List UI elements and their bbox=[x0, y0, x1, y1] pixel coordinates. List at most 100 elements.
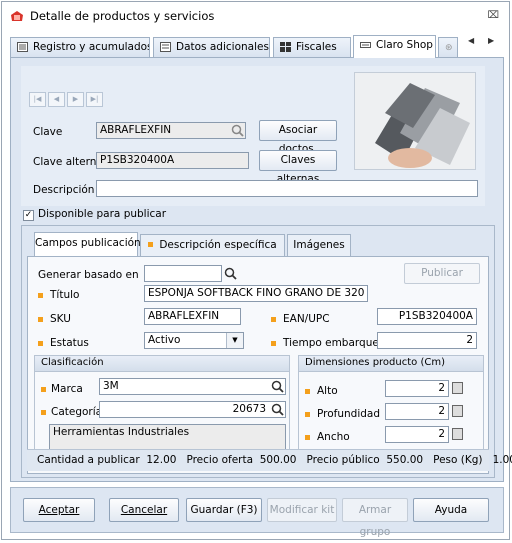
generar-input[interactable] bbox=[144, 265, 222, 282]
cantidad-value: 12.00 bbox=[146, 454, 177, 466]
titulo-label: Título bbox=[50, 289, 80, 301]
clave-label: Clave bbox=[33, 126, 63, 138]
generar-search-icon[interactable] bbox=[224, 267, 237, 280]
categoria-label: Categoría bbox=[51, 406, 103, 418]
categoria-input[interactable]: 20673 bbox=[99, 401, 286, 418]
cancelar-button[interactable]: Cancelar bbox=[109, 498, 179, 522]
ancho-label: Ancho bbox=[317, 431, 350, 443]
ledger-icon bbox=[17, 42, 28, 52]
tab-fiscales[interactable]: Fiscales bbox=[273, 37, 351, 57]
required-marker bbox=[271, 341, 276, 346]
estatus-value: Activo bbox=[148, 334, 181, 346]
tab-claro-shop[interactable]: Claro Shop bbox=[353, 35, 436, 58]
next-record-icon[interactable]: ▶ bbox=[67, 92, 84, 107]
clave-alterna-input[interactable]: P1SB320400A bbox=[96, 152, 249, 169]
dimensiones-header: Dimensiones producto (Cm) bbox=[299, 356, 483, 372]
oferta-value: 500.00 bbox=[259, 454, 297, 466]
estatus-label: Estatus bbox=[50, 337, 89, 349]
ean-input[interactable]: P1SB320400A bbox=[377, 308, 477, 325]
sku-input[interactable]: ABRAFLEXFIN bbox=[144, 308, 241, 325]
alto-input[interactable]: 2 bbox=[385, 380, 449, 397]
tiempo-label: Tiempo embarque bbox=[283, 337, 379, 349]
tiempo-input[interactable]: 2 bbox=[377, 332, 477, 349]
dimensiones-group: Dimensiones producto (Cm) Alto 2 Profund… bbox=[298, 355, 484, 453]
calculator-icon[interactable] bbox=[452, 382, 463, 394]
search-icon[interactable] bbox=[231, 124, 244, 137]
alto-label: Alto bbox=[317, 385, 338, 397]
main-tab-strip: Registro y acumulados Datos adicionales … bbox=[10, 35, 504, 58]
tab-fiscales-label: Fiscales bbox=[296, 41, 337, 53]
tab-imagenes[interactable]: Imágenes bbox=[287, 234, 351, 256]
last-record-icon[interactable]: ▶| bbox=[86, 92, 103, 107]
tab-registro[interactable]: Registro y acumulados bbox=[10, 37, 150, 57]
disponible-checkbox[interactable]: ✓ bbox=[23, 210, 34, 221]
clave-input[interactable]: ABRAFLEXFIN bbox=[96, 122, 246, 139]
required-marker bbox=[148, 242, 154, 247]
ancho-input[interactable]: 2 bbox=[385, 426, 449, 443]
tab-claro-shop-label: Claro Shop bbox=[376, 39, 433, 51]
cantidad-label: Cantidad a publicar bbox=[37, 454, 140, 466]
ean-label: EAN/UPC bbox=[283, 313, 330, 325]
generar-label: Generar basado en bbox=[38, 269, 139, 281]
tab-overflow[interactable]: ⊛ bbox=[438, 37, 458, 57]
app-icon bbox=[11, 11, 23, 21]
required-marker bbox=[305, 435, 310, 440]
titulo-input[interactable]: ESPONJA SOFTBACK FINO GRANO DE 320 A bbox=[144, 285, 368, 302]
required-marker bbox=[38, 341, 43, 346]
categoria-search-icon[interactable] bbox=[271, 403, 284, 416]
modificar-kit-button[interactable]: Modificar kit bbox=[267, 498, 337, 522]
prev-record-icon[interactable]: ◀ bbox=[48, 92, 65, 107]
aceptar-button[interactable]: Aceptar bbox=[23, 498, 95, 522]
sku-label: SKU bbox=[50, 313, 71, 325]
clasificacion-group: Clasificación Marca 3M Categoría 20673 H… bbox=[34, 355, 290, 453]
tab-descripcion-label: Descripción específica bbox=[159, 239, 277, 251]
tab-scroll-left-icon[interactable]: ◀ bbox=[468, 36, 474, 45]
profundidad-label: Profundidad bbox=[317, 408, 381, 420]
first-record-icon[interactable]: |◀ bbox=[29, 92, 46, 107]
required-marker bbox=[305, 389, 310, 394]
tab-datos-adicionales[interactable]: Datos adicionales bbox=[153, 37, 270, 57]
calculator-icon[interactable] bbox=[452, 428, 463, 440]
list-icon bbox=[160, 42, 171, 52]
publication-section: Campos publicación Descripción específic… bbox=[21, 225, 512, 478]
tab-datos-label: Datos adicionales bbox=[176, 41, 269, 53]
required-marker bbox=[305, 412, 310, 417]
product-detail-window: Detalle de productos y servicios ⌧ Regis… bbox=[1, 1, 512, 540]
descripcion-label: Descripción bbox=[33, 184, 95, 196]
required-marker bbox=[38, 317, 43, 322]
tab-campos-publicacion[interactable]: Campos publicación bbox=[34, 232, 141, 256]
calculator-icon[interactable] bbox=[452, 405, 463, 417]
title-bar: Detalle de productos y servicios ⌧ bbox=[2, 2, 509, 30]
armar-grupo-button[interactable]: Armar grupo bbox=[342, 498, 408, 538]
oferta-label: Precio oferta bbox=[186, 454, 254, 466]
close-icon[interactable]: ⌧ bbox=[487, 10, 499, 21]
profundidad-input[interactable]: 2 bbox=[385, 403, 449, 420]
guardar-button[interactable]: Guardar (F3) bbox=[186, 498, 262, 522]
window-title: Detalle de productos y servicios bbox=[30, 9, 215, 23]
marca-label: Marca bbox=[51, 383, 83, 395]
aceptar-label: Aceptar bbox=[38, 504, 80, 516]
clasificacion-header: Clasificación bbox=[35, 356, 289, 372]
asociar-doctos-button[interactable]: Asociar doctos. bbox=[259, 120, 337, 155]
marca-search-icon[interactable] bbox=[271, 380, 284, 393]
publico-label: Precio público bbox=[306, 454, 380, 466]
publico-value: 550.00 bbox=[386, 454, 424, 466]
shop-icon bbox=[360, 42, 371, 48]
required-marker bbox=[38, 293, 43, 298]
cancelar-label: Cancelar bbox=[120, 504, 168, 516]
tab-descripcion-especifica[interactable]: Descripción específica bbox=[140, 234, 285, 256]
estatus-select[interactable]: Activo ▼ bbox=[144, 332, 244, 349]
campos-panel: Generar basado en Publicar Título ESPONJ… bbox=[27, 256, 489, 474]
peso-value: 1.00 bbox=[492, 454, 512, 466]
clave-alterna-label: Clave alterna bbox=[33, 156, 103, 168]
required-marker bbox=[41, 410, 46, 415]
ayuda-button[interactable]: Ayuda bbox=[413, 498, 489, 522]
required-marker bbox=[41, 387, 46, 392]
marca-input[interactable]: 3M bbox=[99, 378, 286, 395]
peso-label: Peso (Kg) bbox=[433, 454, 483, 466]
tab-scroll-right-icon[interactable]: ▶ bbox=[488, 36, 494, 45]
descripcion-input[interactable] bbox=[96, 180, 478, 197]
chevron-down-icon[interactable]: ▼ bbox=[226, 333, 243, 348]
claves-alternas-button[interactable]: Claves alternas bbox=[259, 150, 337, 185]
publicar-button[interactable]: Publicar bbox=[404, 263, 480, 284]
